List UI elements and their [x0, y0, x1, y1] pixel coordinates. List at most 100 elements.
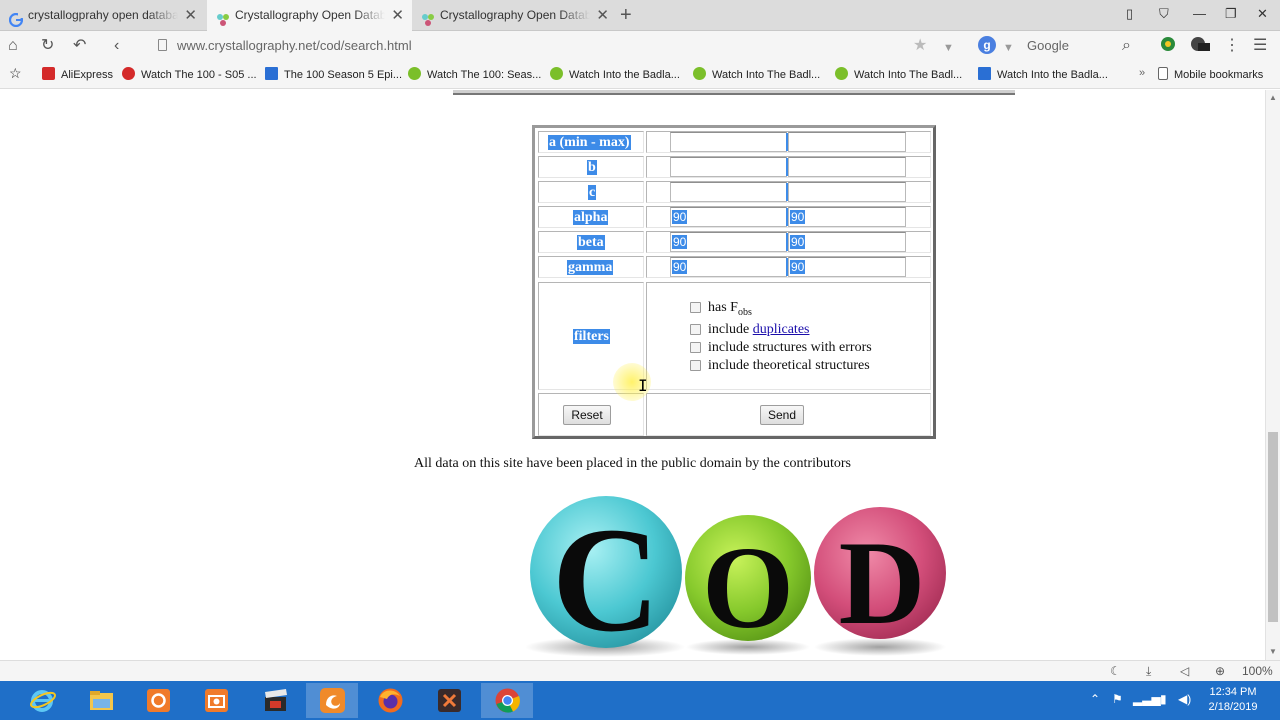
bookmark-item[interactable]: Watch The 100: Seas... — [408, 67, 541, 81]
vpn-icon[interactable] — [1190, 36, 1210, 58]
chevron-down-icon[interactable]: ▼ — [1003, 38, 1014, 58]
chevron-up-icon[interactable]: ⌃ — [1090, 692, 1100, 706]
duplicates-link[interactable]: duplicates — [753, 322, 810, 337]
zoom-icon[interactable]: ⊕ — [1215, 664, 1225, 678]
gamma-min-input[interactable]: 90 — [670, 257, 787, 277]
tab-2-title: Crystallography Open Database — [235, 8, 385, 22]
beta-max-input[interactable]: 90 — [788, 232, 906, 252]
bookmarks-overflow-button[interactable]: » — [1139, 67, 1145, 79]
alpha-max-input[interactable]: 90 — [788, 207, 906, 227]
volume-icon[interactable]: ◀) — [1178, 692, 1191, 706]
close-icon[interactable]: ✕ — [596, 0, 609, 31]
gamma-max-input[interactable]: 90 — [788, 257, 906, 277]
scroll-down-icon[interactable]: ▼ — [1269, 647, 1277, 656]
logo-letter-o: O — [702, 522, 794, 653]
bookmark-item[interactable]: AliExpress — [42, 67, 113, 81]
system-clock[interactable]: 12:34 PM 2/18/2019 — [1196, 685, 1270, 715]
include-duplicates-checkbox[interactable] — [690, 324, 701, 335]
bookmark-label: The 100 Season 5 Epi... — [284, 69, 403, 81]
scroll-up-icon[interactable]: ▲ — [1269, 93, 1277, 102]
b-min-input[interactable] — [670, 157, 787, 177]
media-app[interactable] — [423, 683, 475, 718]
video-editor-app[interactable] — [249, 683, 301, 718]
bookmark-item[interactable]: Watch Into the Badla... — [978, 67, 1108, 81]
alpha-min-input[interactable]: 90 — [670, 207, 787, 227]
extension-icon[interactable] — [1160, 36, 1176, 58]
star-icon[interactable]: ★ — [913, 36, 927, 56]
alpha-max-value: 90 — [790, 210, 806, 224]
tab-1-title: crystallogprahy open database — [28, 8, 178, 22]
has-fobs-checkbox[interactable] — [690, 302, 701, 313]
mobile-bookmarks-label: Mobile bookmarks — [1174, 69, 1264, 81]
label-cell: alpha — [538, 206, 644, 228]
zoom-level[interactable]: 100% — [1242, 664, 1273, 678]
bookmark-favicon-icon — [978, 67, 991, 80]
c-min-input[interactable] — [670, 182, 787, 202]
sound-icon[interactable]: ◁ — [1180, 664, 1189, 678]
tab-3[interactable]: Crystallography Open Database ✕ — [412, 0, 617, 31]
bookmark-item[interactable]: Watch Into The Badl... — [693, 67, 820, 81]
minimize-button[interactable]: — — [1193, 6, 1206, 21]
tab-list-icon[interactable]: ▯ — [1126, 6, 1133, 22]
internet-explorer-app[interactable] — [16, 683, 68, 718]
window-close-button[interactable]: ✕ — [1257, 6, 1268, 22]
value-cell — [646, 181, 931, 203]
more-menu-icon[interactable]: ⋮ — [1224, 36, 1240, 56]
new-tab-button[interactable]: + — [620, 3, 632, 27]
public-domain-notice: All data on this site have been placed i… — [413, 456, 851, 471]
uc-browser-app[interactable] — [306, 683, 358, 718]
a-max-input[interactable] — [788, 132, 906, 152]
tab-1[interactable]: crystallogprahy open database ✕ — [0, 0, 205, 31]
undo-icon[interactable]: ↶ — [73, 36, 86, 56]
home-icon[interactable]: ⌂ — [8, 36, 18, 56]
night-mode-icon[interactable]: ☾ — [1110, 664, 1121, 678]
bookmark-item[interactable]: Watch The 100 - S05 ... — [122, 67, 257, 81]
screen-recorder-app[interactable] — [132, 683, 184, 718]
reset-button[interactable]: Reset — [563, 405, 611, 425]
restore-button[interactable]: ❐ — [1225, 6, 1237, 22]
shirt-icon[interactable]: ⛉ — [1159, 6, 1169, 22]
close-icon[interactable]: ✕ — [391, 0, 404, 31]
flag-icon[interactable]: ⚑ — [1112, 692, 1123, 706]
has-fobs-label: has Fobs — [708, 300, 752, 318]
beta-min-input[interactable]: 90 — [670, 232, 787, 252]
vertical-scrollbar[interactable]: ▲ ▼ — [1265, 90, 1280, 660]
include-errors-checkbox[interactable] — [690, 342, 701, 353]
c-max-input[interactable] — [788, 182, 906, 202]
send-button[interactable]: Send — [760, 405, 804, 425]
tab-2[interactable]: Crystallography Open Database ✕ — [207, 0, 412, 31]
hamburger-menu-icon[interactable]: ☰ — [1253, 36, 1267, 56]
text-cursor-icon: I — [638, 376, 648, 395]
chevron-down-icon[interactable]: ▼ — [943, 38, 954, 58]
bookmark-favicon-icon — [550, 67, 563, 80]
chrome-app[interactable] — [481, 683, 533, 718]
beta-min-value: 90 — [672, 235, 688, 249]
scrollbar-thumb[interactable] — [1268, 432, 1278, 622]
mobile-bookmarks-folder[interactable]: Mobile bookmarks — [1158, 67, 1263, 81]
close-icon[interactable]: ✕ — [184, 0, 197, 31]
bookmark-item[interactable]: Watch Into the Badla... — [550, 67, 680, 81]
reload-icon[interactable]: ↻ — [41, 36, 54, 56]
file-explorer-app[interactable] — [75, 683, 127, 718]
back-icon[interactable]: ‹ — [114, 36, 119, 56]
cod-favicon-icon — [216, 8, 230, 26]
bookmark-label: AliExpress — [61, 69, 113, 81]
screenshot-app[interactable] — [190, 683, 242, 718]
bookmark-item[interactable]: The 100 Season 5 Epi... — [265, 67, 402, 81]
bookmark-item[interactable]: Watch Into The Badl... — [835, 67, 962, 81]
star-icon[interactable]: ☆ — [9, 65, 22, 82]
recorder-icon — [147, 689, 170, 712]
b-max-input[interactable] — [788, 157, 906, 177]
download-icon[interactable]: ⤓ — [1146, 664, 1151, 679]
include-theoretical-checkbox[interactable] — [690, 360, 701, 371]
network-icon[interactable]: ▂▃▅ — [1133, 692, 1161, 706]
search-icon[interactable]: ⌕ — [1122, 36, 1131, 56]
search-form: a (min - max) b c alpha 90 90 beta 90 90… — [532, 125, 936, 439]
battery-icon[interactable]: ▮ — [1160, 692, 1167, 706]
search-input[interactable]: Google — [1027, 38, 1069, 53]
search-engine-icon[interactable]: g — [978, 36, 996, 54]
cod-logo: C O D — [525, 496, 946, 660]
url-field[interactable]: www.crystallography.net/cod/search.html — [177, 38, 412, 53]
a-min-input[interactable] — [670, 132, 787, 152]
firefox-app[interactable] — [364, 683, 416, 718]
